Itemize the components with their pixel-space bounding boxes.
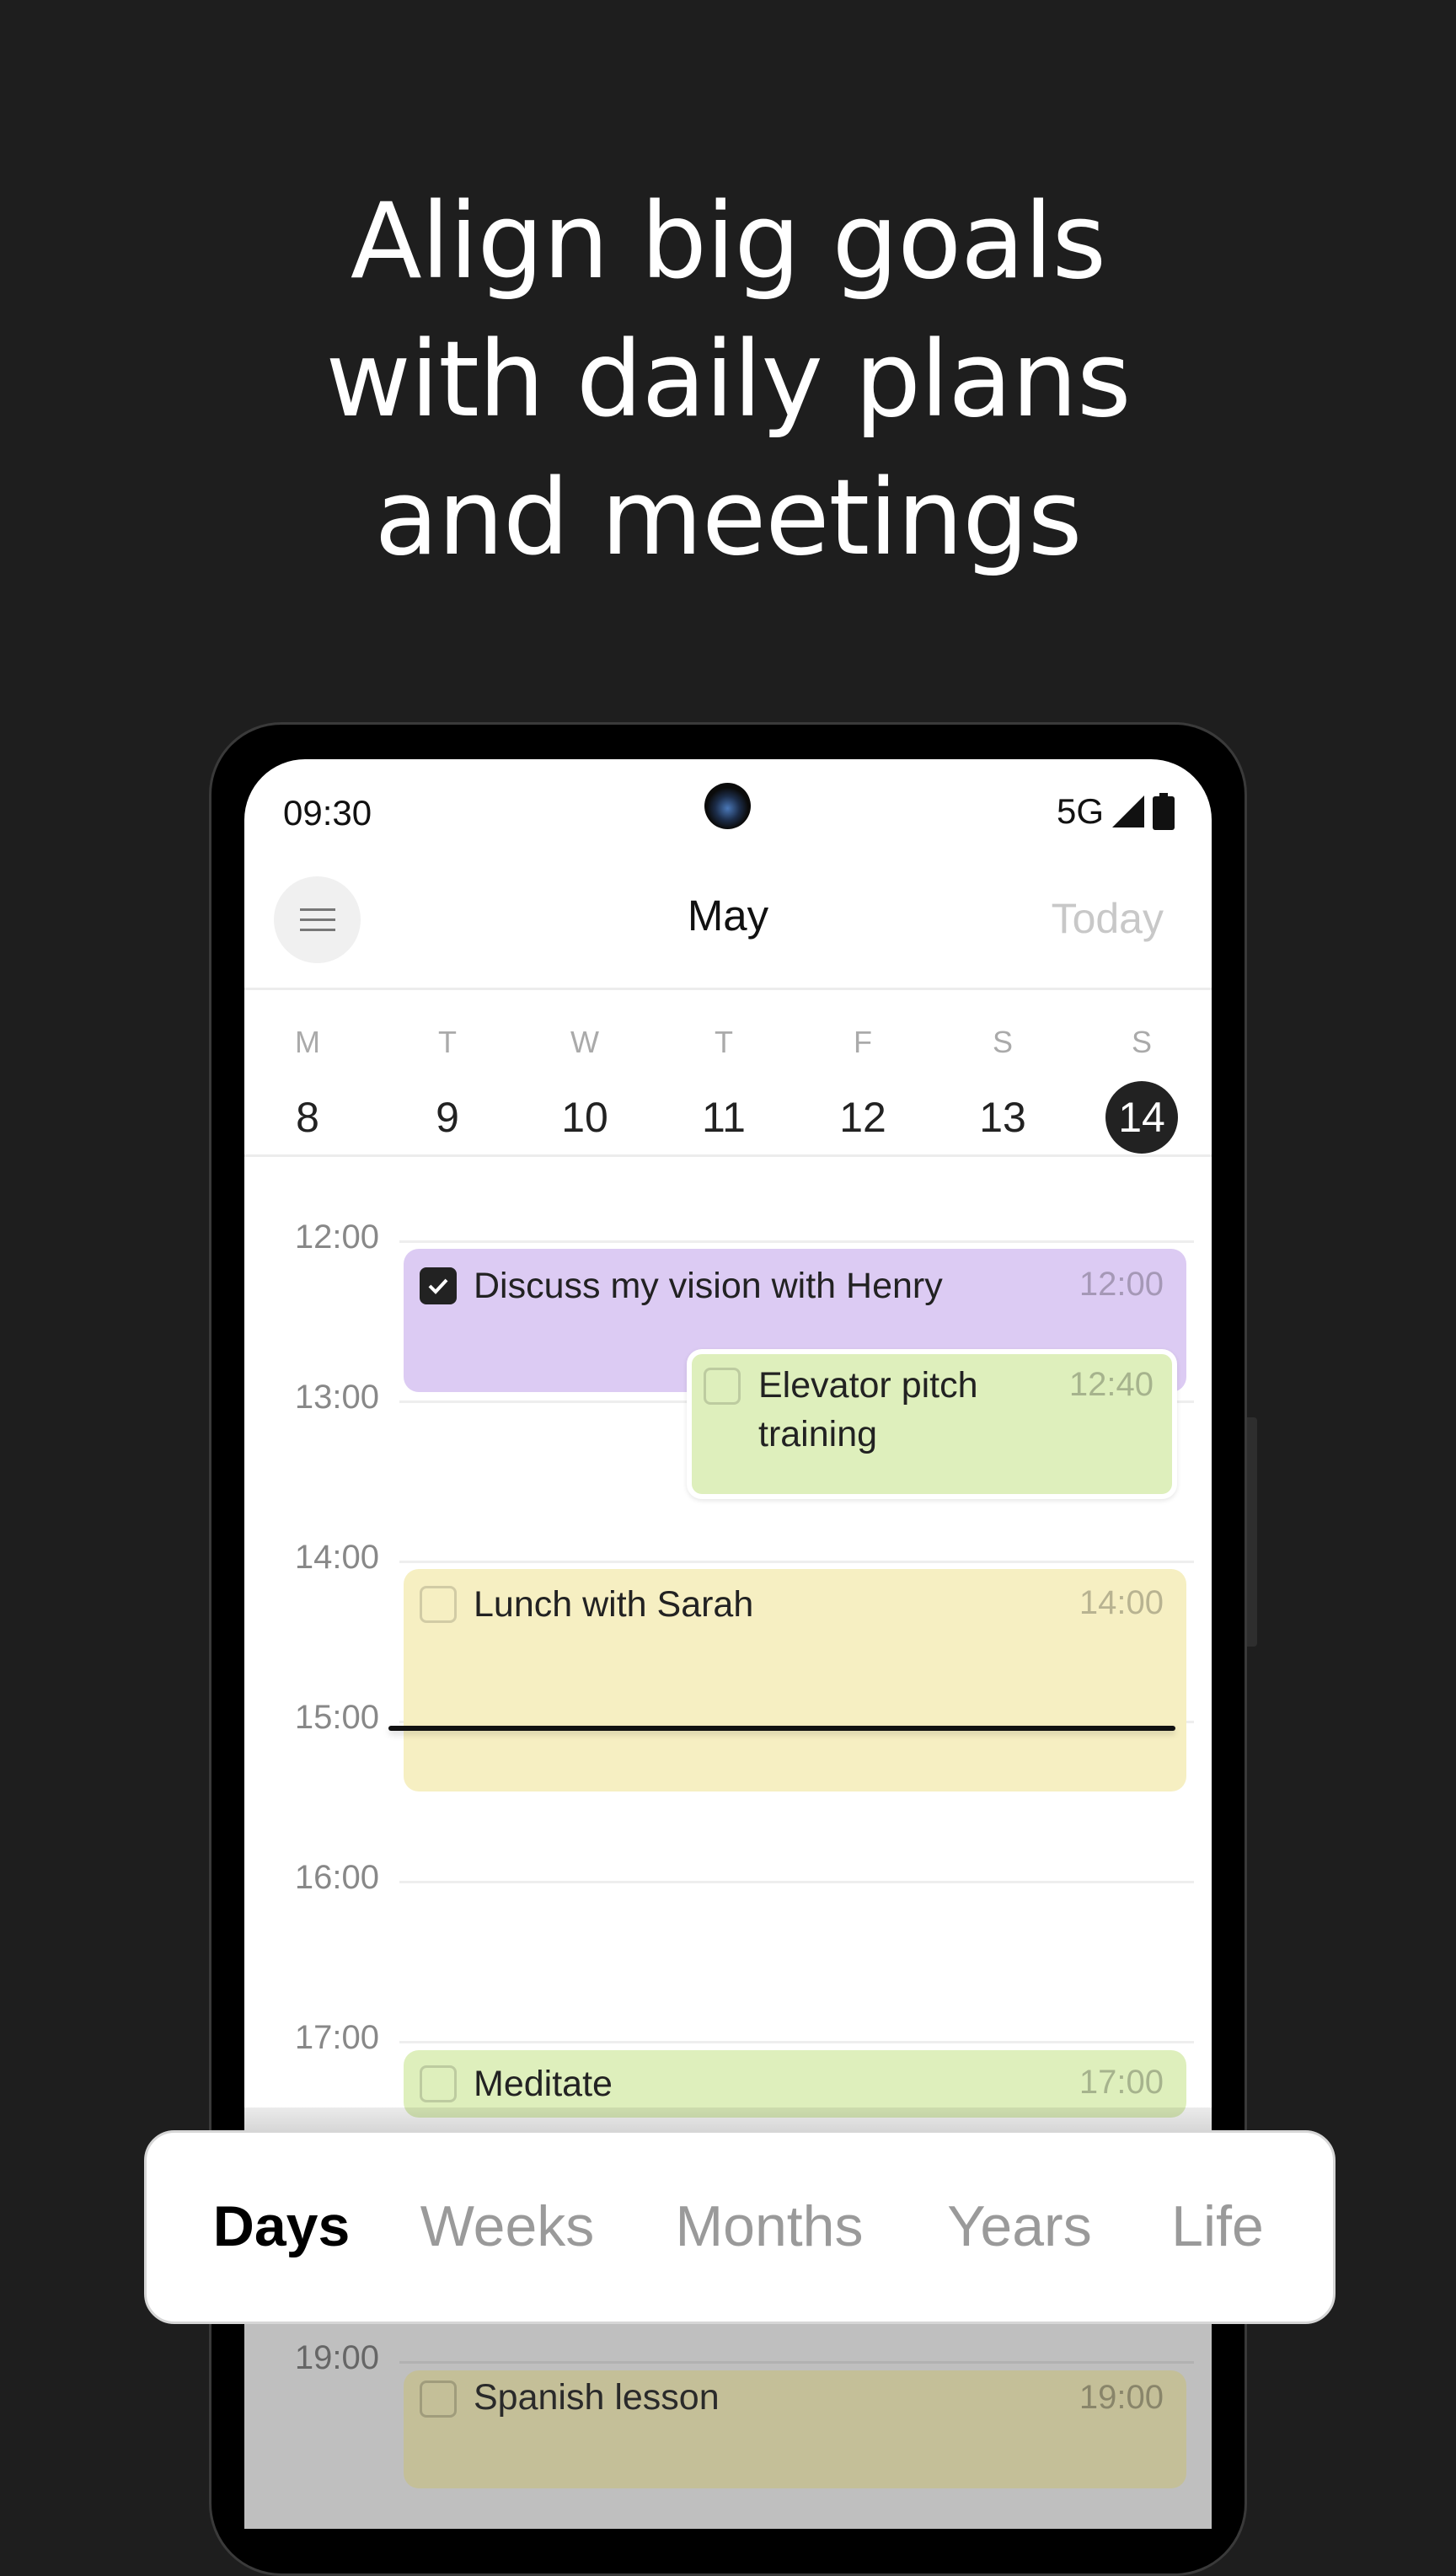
weekday-letter: T xyxy=(438,1025,457,1059)
checkbox[interactable] xyxy=(420,2065,457,2102)
day-8[interactable]: 8 xyxy=(257,1081,358,1154)
hour-gridline xyxy=(399,2041,1194,2043)
tab-life[interactable]: Life xyxy=(1171,2193,1264,2259)
hour-label: 16:00 xyxy=(294,1859,379,1896)
network-label: 5G xyxy=(1056,791,1104,831)
checkbox-checked[interactable] xyxy=(420,1267,457,1304)
checkbox[interactable] xyxy=(704,1368,741,1405)
event-time: 19:00 xyxy=(1079,2379,1164,2416)
checkbox[interactable] xyxy=(420,2381,457,2418)
weekday-letter: S xyxy=(1131,1025,1152,1059)
day-13[interactable]: 13 xyxy=(952,1081,1053,1154)
checkbox[interactable] xyxy=(420,1586,457,1623)
hour-gridline xyxy=(399,1561,1194,1563)
battery-icon xyxy=(1153,793,1175,830)
status-time: 09:30 xyxy=(283,793,372,833)
day-14[interactable]: 14 xyxy=(1091,1081,1192,1154)
headline-line: with daily plans xyxy=(325,319,1131,441)
headline: Align big goals with daily plans and mee… xyxy=(0,173,1456,587)
event-lunch-sarah[interactable]: Lunch with Sarah 14:00 xyxy=(404,1569,1186,1791)
today-button[interactable]: Today xyxy=(1052,894,1164,943)
hour-label: 14:00 xyxy=(294,1539,379,1576)
current-time-indicator xyxy=(388,1726,1175,1731)
weekday-letter: W xyxy=(570,1025,599,1059)
weekday-letter: T xyxy=(715,1025,733,1059)
hour-label: 17:00 xyxy=(294,2019,379,2056)
camera-icon xyxy=(704,783,751,829)
tab-weeks[interactable]: Weeks xyxy=(420,2193,595,2259)
headline-line: Align big goals xyxy=(350,181,1106,303)
event-title: Spanish lesson xyxy=(474,2377,720,2418)
event-time: 17:00 xyxy=(1079,2064,1164,2101)
event-time: 12:40 xyxy=(1068,1366,1154,1403)
hour-gridline xyxy=(399,1240,1194,1243)
weekday-letter: F xyxy=(854,1025,872,1059)
day-9[interactable]: 9 xyxy=(397,1081,498,1154)
divider xyxy=(244,988,1212,990)
view-switcher: Days Weeks Months Years Life xyxy=(144,2130,1336,2324)
check-icon xyxy=(428,1278,448,1294)
weekday-letter: M xyxy=(295,1025,320,1059)
hour-label: 13:00 xyxy=(294,1379,379,1416)
day-11[interactable]: 11 xyxy=(673,1081,774,1154)
event-time: 14:00 xyxy=(1079,1584,1164,1621)
divider xyxy=(244,1154,1212,1157)
phone-side-button xyxy=(1247,1417,1257,1647)
event-title: Elevator pitch training xyxy=(758,1365,978,1454)
day-12[interactable]: 12 xyxy=(812,1081,913,1154)
hour-label: 12:00 xyxy=(294,1218,379,1256)
headline-line: and meetings xyxy=(374,458,1082,579)
event-title: Lunch with Sarah xyxy=(474,1584,754,1625)
tab-years[interactable]: Years xyxy=(947,2193,1091,2259)
hour-gridline xyxy=(399,1881,1194,1883)
day-10[interactable]: 10 xyxy=(534,1081,635,1154)
event-time: 12:00 xyxy=(1079,1266,1164,1303)
event-title: Meditate xyxy=(474,2064,613,2104)
weekday-letter: S xyxy=(992,1025,1013,1059)
status-icons: 5G xyxy=(1057,791,1175,832)
tab-months[interactable]: Months xyxy=(676,2193,864,2259)
signal-icon xyxy=(1112,795,1144,827)
event-spanish-lesson[interactable]: Spanish lesson 19:00 xyxy=(404,2370,1186,2488)
event-title: Discuss my vision with Henry xyxy=(474,1266,943,1306)
tab-days[interactable]: Days xyxy=(213,2193,351,2259)
event-elevator-pitch[interactable]: Elevator pitch training 12:40 xyxy=(687,1349,1177,1499)
hour-label: 15:00 xyxy=(294,1699,379,1736)
